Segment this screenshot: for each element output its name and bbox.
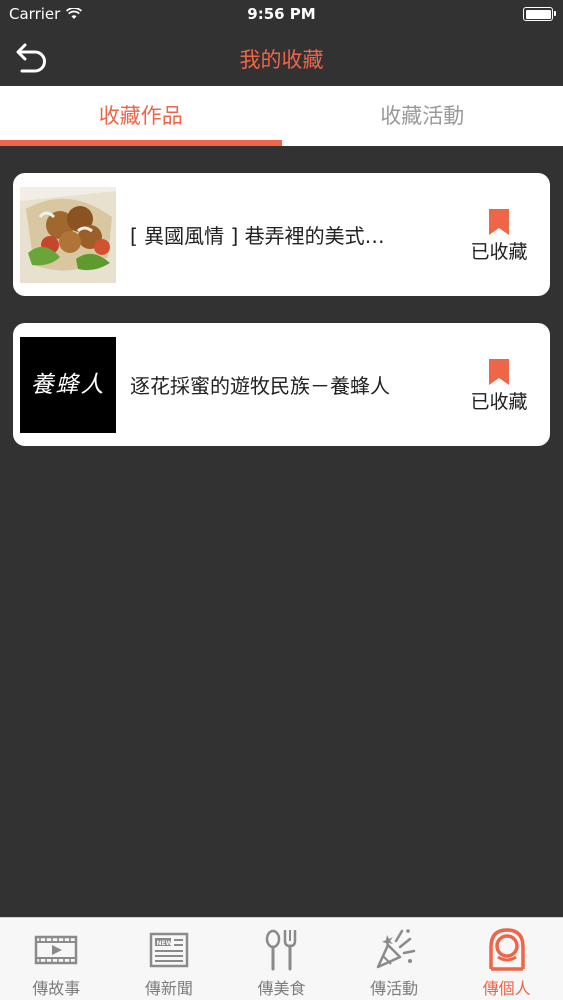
thumbnail-calligraphy: 養蜂人 xyxy=(30,372,106,398)
favorited-button[interactable]: 已收藏 xyxy=(466,359,532,414)
tab-bar: 收藏作品 收藏活動 xyxy=(0,86,563,146)
tabbar-label: 傳新聞 xyxy=(144,979,193,998)
tabbar-item-stories[interactable]: 傳故事 xyxy=(0,918,113,1000)
utensils-icon xyxy=(266,929,297,971)
film-icon xyxy=(35,935,78,965)
tabbar-item-food[interactable]: 傳美食 xyxy=(225,918,338,1000)
person-icon xyxy=(488,928,525,971)
favorite-title: 逐花採蜜的遊牧民族－養蜂人 xyxy=(130,374,390,398)
bookmark-icon xyxy=(489,209,509,235)
party-popper-icon xyxy=(376,929,416,969)
favorited-label: 已收藏 xyxy=(470,241,528,263)
tabbar-label: 傳故事 xyxy=(32,979,81,998)
bookmark-icon xyxy=(489,359,509,385)
favorited-label: 已收藏 xyxy=(470,391,528,413)
tab-favorite-events[interactable]: 收藏活動 xyxy=(282,86,563,146)
tabbar-item-profile[interactable]: 傳個人 xyxy=(450,918,563,1000)
svg-text:NEW: NEW xyxy=(156,940,172,947)
tabbar-label: 傳活動 xyxy=(370,979,419,998)
status-bar: Carrier 9:56 PM xyxy=(0,0,563,28)
page-title: 我的收藏 xyxy=(239,48,324,72)
news-icon: NEW xyxy=(149,932,189,968)
food-thumbnail xyxy=(20,187,116,283)
tabbar-label: 傳美食 xyxy=(257,979,306,998)
active-tab-indicator xyxy=(0,140,282,146)
favorited-button[interactable]: 已收藏 xyxy=(466,209,532,264)
battery-icon xyxy=(523,7,556,21)
tabbar-item-news[interactable]: NEW 傳新聞 xyxy=(113,918,226,1000)
tabbar-item-events[interactable]: 傳活動 xyxy=(338,918,451,1000)
tab-favorite-works[interactable]: 收藏作品 xyxy=(0,86,282,146)
status-time: 9:56 PM xyxy=(247,5,316,23)
favorite-card[interactable]: [ 異國風情 ] 巷弄裡的美式… 已收藏 xyxy=(13,173,550,296)
tabbar-label: 傳個人 xyxy=(482,979,531,998)
nav-bar: 我的收藏 xyxy=(0,28,563,86)
favorite-title: [ 異國風情 ] 巷弄裡的美式… xyxy=(130,224,385,248)
favorite-card[interactable]: 養蜂人 逐花採蜜的遊牧民族－養蜂人 已收藏 xyxy=(13,323,550,446)
bottom-tab-bar: 傳故事 NEW 傳新聞 傳美食 傳活動 傳個人 xyxy=(0,917,563,1000)
beekeeper-thumbnail: 養蜂人 xyxy=(20,337,116,433)
